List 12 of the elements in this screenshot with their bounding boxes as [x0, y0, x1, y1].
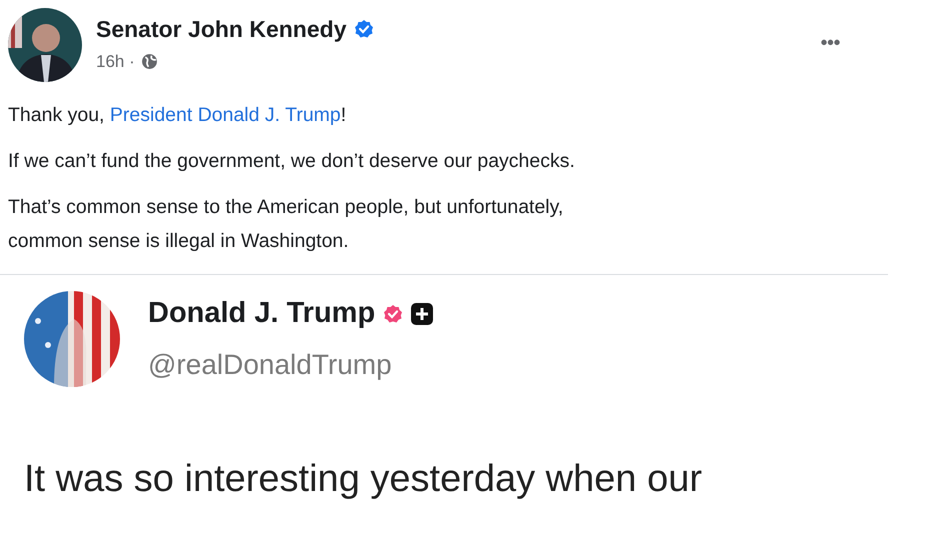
globe-icon	[140, 52, 158, 70]
mention-link[interactable]: President Donald J. Trump	[110, 104, 341, 126]
post-time[interactable]: 16h ·	[96, 48, 135, 74]
author-name[interactable]: Senator John Kennedy	[96, 12, 346, 46]
post-text: Thank you, President Donald J. Trump!	[8, 103, 348, 128]
shared-post-text: It was so interesting yesterday when our	[23, 457, 704, 502]
user-handle: @realDonaldTrump	[148, 348, 393, 382]
author-name[interactable]: Donald J. Trump	[148, 292, 376, 336]
post-text: That’s common sense to the American people, but unfortunately, common sense is illegal in Washington.	[8, 195, 564, 254]
more-button[interactable]: •••	[820, 28, 840, 58]
post-text: If we can’t fund the government, we don’t deserve our paychecks.	[8, 149, 576, 174]
plus-icon	[411, 303, 434, 325]
